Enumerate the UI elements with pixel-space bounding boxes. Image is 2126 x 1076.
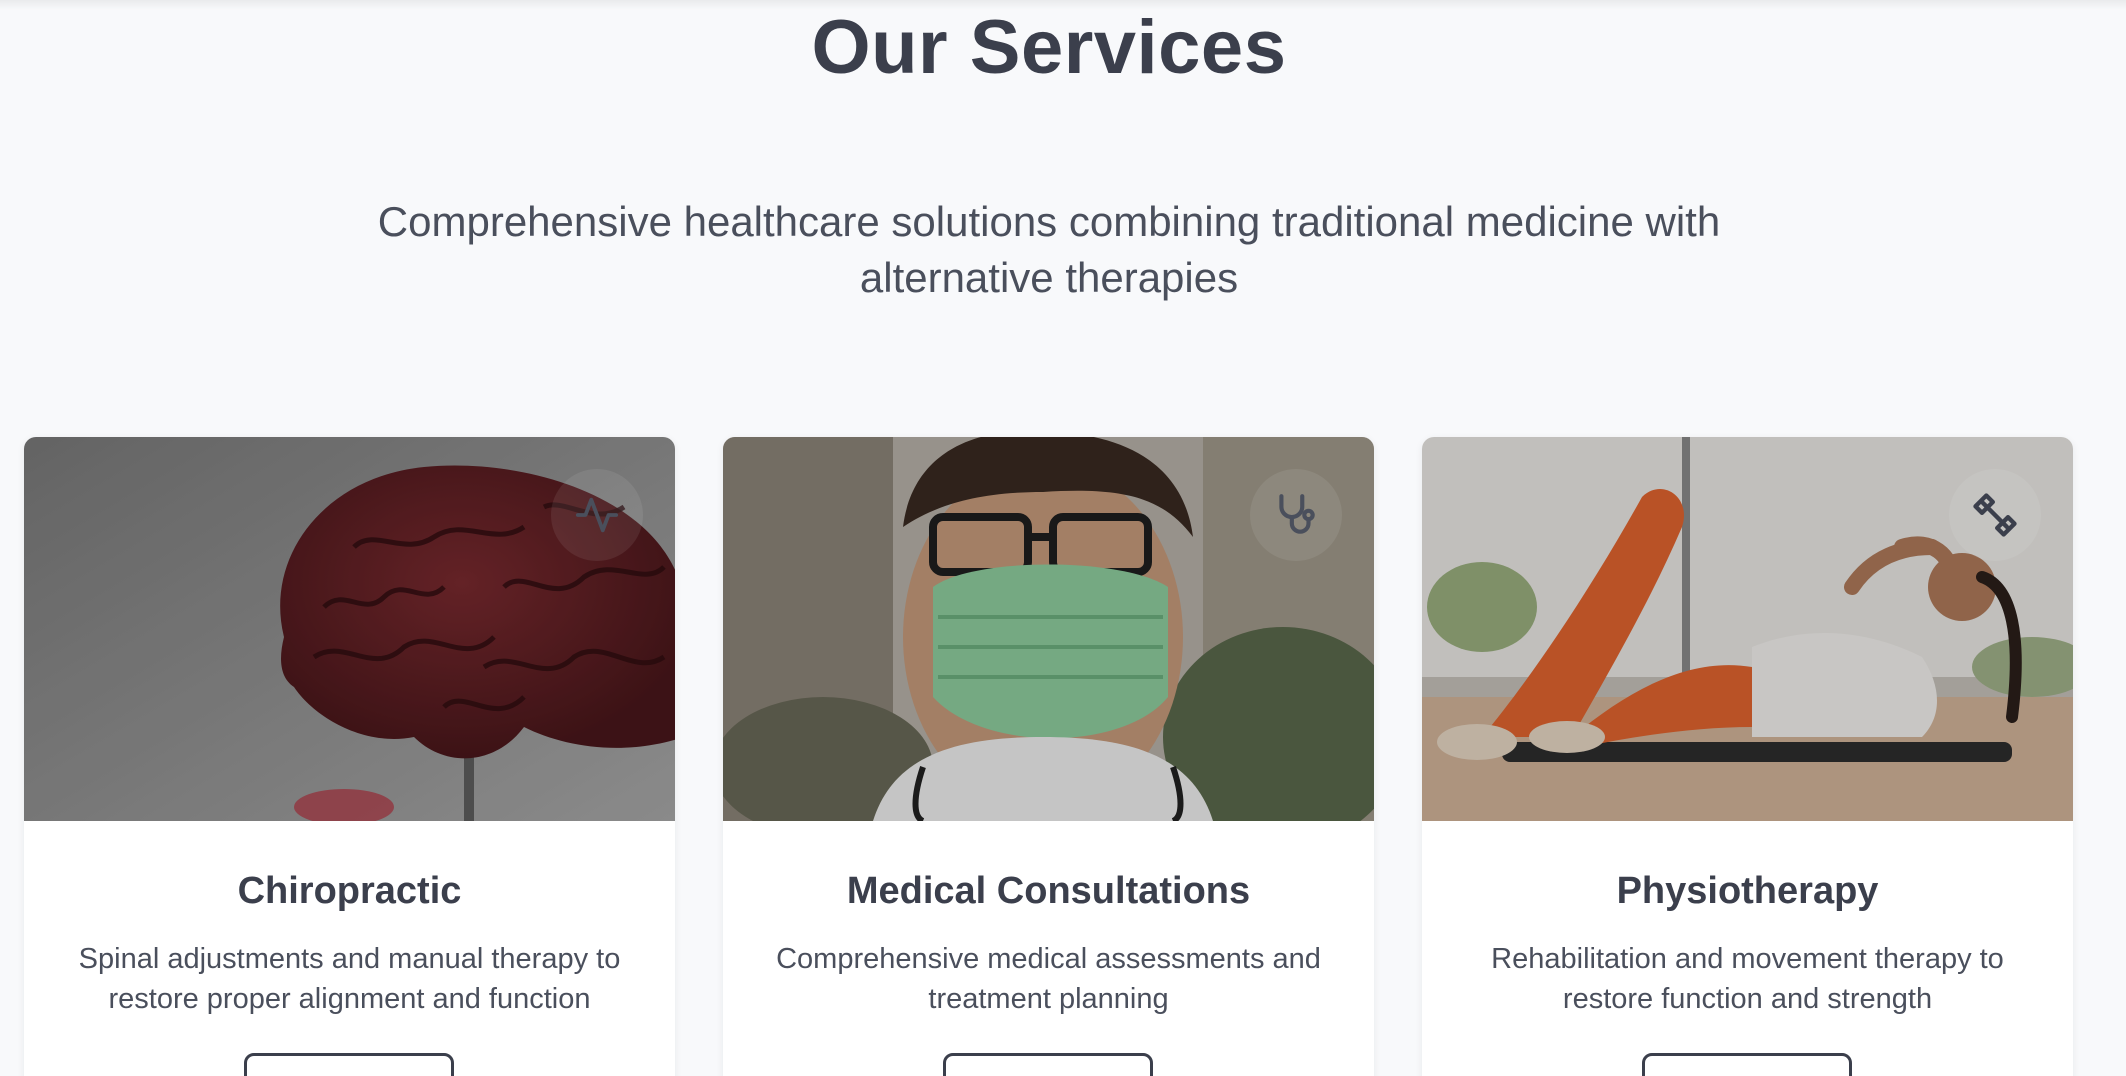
service-description: Rehabilitation and movement therapy to r… xyxy=(1491,943,2004,1015)
activity-icon xyxy=(551,469,643,561)
learn-more-button[interactable] xyxy=(943,1053,1153,1076)
service-title: Physiotherapy xyxy=(1616,870,1879,912)
service-description: Spinal adjustments and manual therapy to… xyxy=(78,943,621,1015)
learn-more-button[interactable] xyxy=(244,1053,454,1076)
service-title: Medical Consultations xyxy=(846,870,1251,912)
stethoscope-icon xyxy=(1250,469,1342,561)
woman-exercise-image xyxy=(1422,437,2073,821)
service-description: Comprehensive medical assessments and tr… xyxy=(776,943,1321,1015)
service-card-physiotherapy[interactable]: Physiotherapy Rehabilitation and movemen… xyxy=(1422,437,2073,1076)
section-title: Our Services xyxy=(811,5,1287,90)
service-card-chiropractic[interactable]: Chiropractic Spinal adjustments and manu… xyxy=(24,437,675,1076)
doctor-mask-image xyxy=(723,437,1374,821)
learn-more-button[interactable] xyxy=(1642,1053,1852,1076)
service-card-medical-consultations[interactable]: Medical Consultations Comprehensive medi… xyxy=(723,437,1374,1076)
section-subtitle: Comprehensive healthcare solutions combi… xyxy=(377,198,1721,301)
service-title: Chiropractic xyxy=(237,870,462,912)
services-section: Our Services Comprehensive healthcare so… xyxy=(0,0,2126,1076)
brain-model-image xyxy=(24,437,675,821)
dumbbell-icon xyxy=(1949,469,2041,561)
